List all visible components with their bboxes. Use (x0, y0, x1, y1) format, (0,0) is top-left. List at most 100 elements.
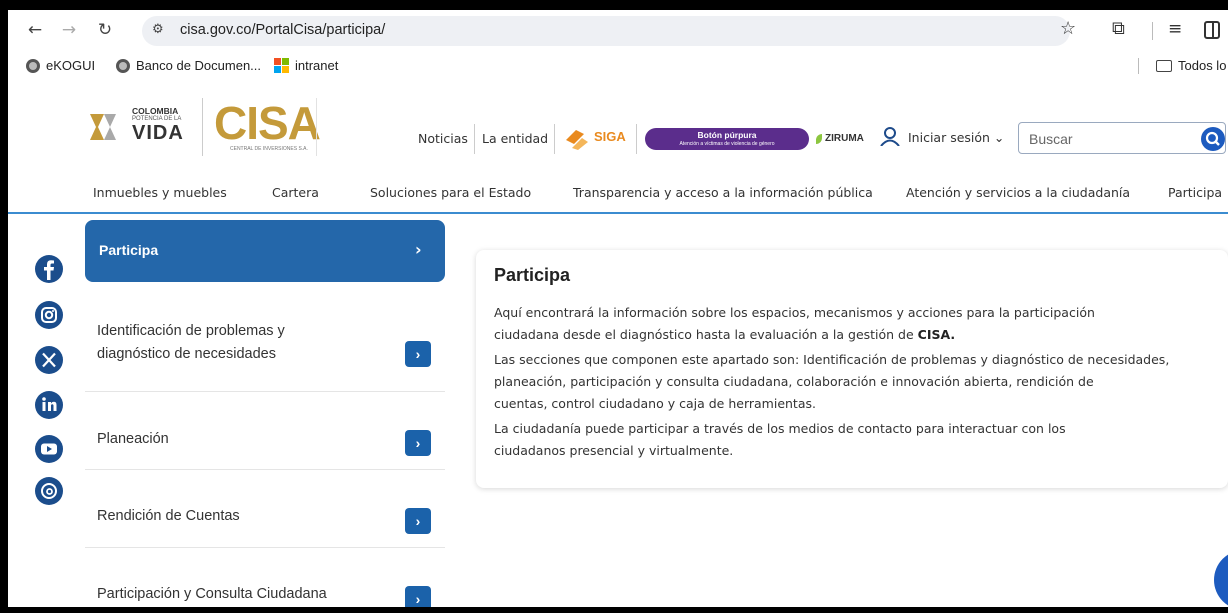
link-divider (474, 124, 475, 154)
link-la-entidad[interactable]: La entidad (482, 131, 548, 146)
menu-item-label: Participación y Consulta Ciudadana (97, 586, 327, 602)
gobierno-mark-icon (90, 114, 116, 140)
menu-active-label: Participa (99, 242, 159, 258)
cisa-logo-subtitle: CENTRAL DE INVERSIONES S.A. (230, 146, 308, 152)
menu-item-planeacion[interactable]: Planeación › (85, 392, 445, 470)
intro-bold: CISA. (917, 327, 956, 342)
nav-participa[interactable]: Participa (1168, 185, 1222, 200)
site-header: COLOMBIA POTENCIA DE LA VIDA CISA CENTRA… (8, 80, 1228, 174)
search-button[interactable] (1201, 127, 1225, 151)
user-icon[interactable] (880, 126, 900, 146)
url-text: cisa.gov.co/PortalCisa/participa/ (180, 22, 386, 38)
nav-cartera[interactable]: Cartera (272, 185, 319, 200)
reload-icon[interactable]: ↻ (94, 19, 116, 41)
paragraph-sections: Las secciones que componen este apartado… (494, 349, 1214, 415)
folder-icon (1156, 59, 1172, 72)
all-bookmarks[interactable]: Todos lo (1156, 58, 1226, 73)
bookmarks-bar: eKOGUI Banco de Documen... intranet Todo… (8, 52, 1228, 80)
chevron-right-icon: › (415, 240, 422, 259)
search-icon (1205, 131, 1220, 146)
sections-line-3: cuentas, control ciudadano y caja de her… (494, 396, 816, 411)
bookmark-label: eKOGUI (46, 58, 96, 73)
chevron-right-icon[interactable]: › (405, 508, 431, 534)
link-divider (636, 124, 637, 154)
browser-window: ← → ↻ ⚙ cisa.gov.co/PortalCisa/participa… (8, 10, 1228, 607)
menu-item-label: Planeación (97, 431, 169, 447)
chat-widget-button[interactable] (1214, 550, 1228, 607)
search-input[interactable]: Buscar (1029, 131, 1073, 147)
page-title: Participa (494, 265, 571, 285)
media-control-icon[interactable]: ≡ (1168, 19, 1182, 39)
bookmark-banco[interactable]: Banco de Documen... (116, 58, 261, 73)
link-divider (554, 124, 555, 154)
browser-toolbar: ← → ↻ ⚙ cisa.gov.co/PortalCisa/participa… (8, 10, 1228, 52)
gov-logo-line1: COLOMBIA (132, 106, 179, 116)
x-twitter-icon[interactable] (34, 345, 64, 375)
address-bar[interactable]: ⚙ cisa.gov.co/PortalCisa/participa/ (142, 16, 1070, 46)
menu-item-label: Rendición de Cuentas (97, 508, 240, 524)
paragraph-intro: Aquí encontrará la información sobre los… (494, 302, 1214, 346)
intro-line-2: ciudadana desde el diagnóstico hasta la … (494, 327, 918, 342)
menu-item-participa-active[interactable]: Participa › (85, 220, 445, 282)
nav-atencion[interactable]: Atención y servicios a la ciudadanía (906, 185, 1130, 200)
bookmark-ekogui[interactable]: eKOGUI (26, 58, 95, 73)
link-noticias[interactable]: Noticias (418, 131, 468, 146)
siga-icon (566, 130, 588, 150)
menu-item-label: diagnóstico de necesidades (97, 346, 276, 362)
threads-icon[interactable] (34, 476, 64, 506)
participation-line-2: ciudadanos presencial y virtualmente. (494, 443, 734, 458)
gobierno-logo[interactable]: COLOMBIA POTENCIA DE LA VIDA (90, 102, 186, 154)
search-box[interactable]: Buscar (1018, 122, 1226, 154)
boton-purpura-subtitle: Atención a víctimas de violencia de géne… (679, 141, 775, 147)
nav-soluciones[interactable]: Soluciones para el Estado (370, 185, 531, 200)
content-card: Participa Aquí encontrará la información… (476, 250, 1228, 488)
bookmark-label: intranet (295, 58, 339, 73)
boton-purpura-title: Botón púrpura (697, 130, 757, 140)
toolbar-divider (1152, 22, 1153, 40)
instagram-icon[interactable] (34, 300, 64, 330)
cisa-logo[interactable]: CISA CENTRAL DE INVERSIONES S.A. (214, 97, 321, 152)
ziruma-link[interactable]: ZIRUMA (816, 133, 864, 144)
paragraph-participation: La ciudadanía puede participar a través … (494, 418, 1214, 462)
sections-line-1: Las secciones que componen este apartado… (494, 352, 1170, 367)
gov-logo-line3: VIDA (132, 122, 184, 144)
chevron-right-icon[interactable]: › (405, 430, 431, 456)
all-bookmarks-label: Todos lo (1178, 58, 1227, 73)
side-panel-icon[interactable] (1204, 21, 1220, 39)
nav-transparencia[interactable]: Transparencia y acceso a la información … (573, 185, 873, 200)
menu-item-participacion-consulta[interactable]: Participación y Consulta Ciudadana › (85, 548, 445, 607)
menu-item-label: Identificación de problemas y (97, 323, 285, 339)
site-info-icon[interactable]: ⚙ (152, 22, 164, 37)
extensions-icon[interactable]: ⧉ (1112, 18, 1125, 39)
bookmark-star-icon[interactable]: ☆ (1060, 18, 1076, 39)
bookmarks-divider (1138, 58, 1139, 74)
menu-item-rendicion[interactable]: Rendición de Cuentas › (85, 470, 445, 548)
sections-line-2: planeación, participación y consulta ciu… (494, 374, 1094, 389)
globe-icon (116, 58, 130, 73)
chevron-right-icon[interactable]: › (405, 586, 431, 607)
back-icon[interactable]: ← (24, 19, 46, 41)
siga-label: SIGA (594, 129, 626, 144)
forward-icon[interactable]: → (58, 19, 80, 41)
globe-icon (26, 58, 40, 73)
bookmark-label: Banco de Documen... (136, 58, 262, 73)
chevron-right-icon[interactable]: › (405, 341, 431, 367)
youtube-icon[interactable] (34, 434, 64, 464)
ziruma-leaf-icon (816, 133, 822, 144)
intro-line-1: Aquí encontrará la información sobre los… (494, 305, 1095, 320)
ziruma-label: ZIRUMA (825, 133, 864, 144)
logo-divider (316, 98, 317, 156)
microsoft-icon (274, 58, 289, 73)
linkedin-icon[interactable] (34, 390, 64, 420)
login-dropdown[interactable]: Iniciar sesión ⌄ (908, 130, 1004, 145)
siga-link[interactable]: SIGA (564, 125, 630, 153)
bookmark-intranet[interactable]: intranet (274, 58, 338, 73)
boton-purpura-button[interactable]: Botón púrpura Atención a víctimas de vio… (645, 128, 809, 150)
cisa-logo-text: CISA (214, 97, 321, 149)
facebook-icon[interactable] (34, 254, 64, 284)
participation-line-1: La ciudadanía puede participar a través … (494, 421, 1066, 436)
logo-divider (202, 98, 203, 156)
main-navigation: Inmuebles y muebles Cartera Soluciones p… (8, 174, 1228, 214)
nav-inmuebles[interactable]: Inmuebles y muebles (93, 185, 227, 200)
menu-item-identificacion[interactable]: Identificación de problemas y diagnóstic… (85, 282, 445, 392)
